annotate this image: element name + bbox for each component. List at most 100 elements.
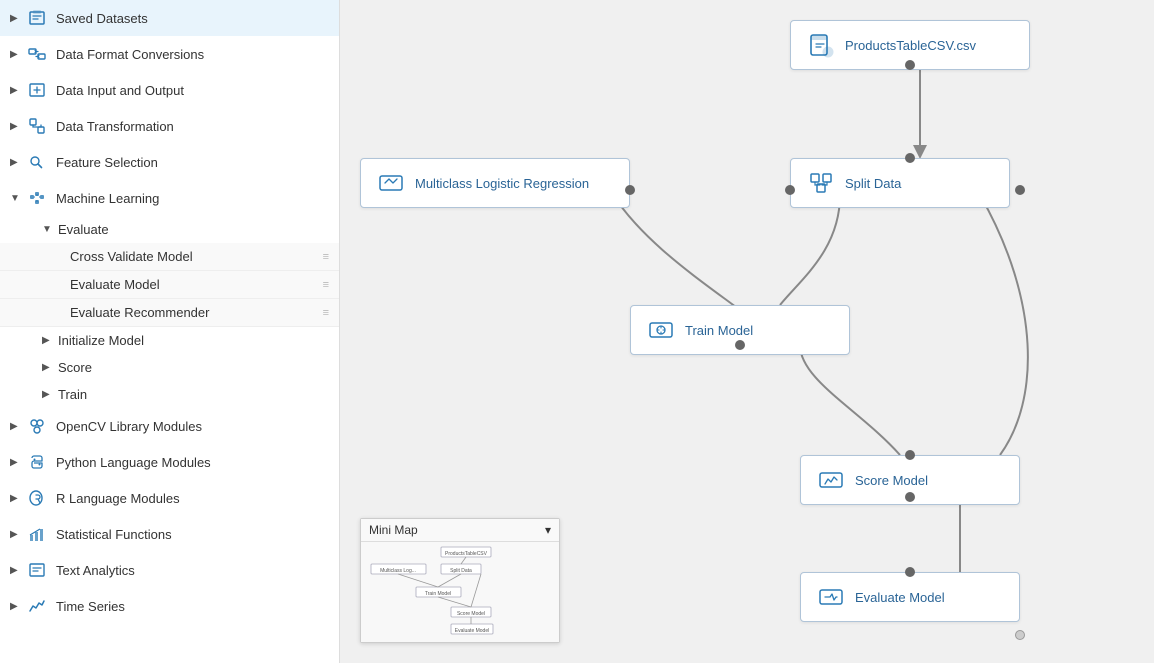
feature-selection-label: Feature Selection (56, 155, 329, 170)
data-transformation-icon (26, 115, 48, 137)
sidebar-item-data-input-output[interactable]: ▶ Data Input and Output (0, 72, 339, 108)
drag-handle-evaluate-model: ≡ (323, 279, 329, 291)
sidebar-item-cross-validate-model[interactable]: Cross Validate Model ≡ (0, 243, 339, 271)
expand-arrow-ml: ▼ (10, 193, 24, 204)
sidebar-item-r-language[interactable]: ▶ R Language Modules (0, 480, 339, 516)
node-label-multiclass-lr: Multiclass Logistic Regression (415, 176, 589, 191)
data-format-conversions-icon (26, 43, 48, 65)
cross-validate-model-label: Cross Validate Model (70, 249, 193, 264)
svg-text:Evaluate Model: Evaluate Model (455, 628, 489, 634)
dot-evaluate-bottom-right (1015, 630, 1025, 640)
node-icon-multiclass-lr (377, 169, 405, 197)
expand-arrow-init: ▶ (42, 335, 56, 346)
sidebar-item-saved-datasets[interactable]: ▶ Saved Datasets (0, 0, 339, 36)
sidebar-item-score[interactable]: ▶ Score (0, 354, 339, 381)
dot-split-data-top (905, 153, 915, 163)
data-input-output-label: Data Input and Output (56, 83, 329, 98)
sidebar-item-data-format-conversions[interactable]: ▶ Data Format Conversions (0, 36, 339, 72)
node-icon-products-csv (807, 31, 835, 59)
drag-handle-evaluate-recommender: ≡ (323, 307, 329, 319)
dot-score-top (905, 450, 915, 460)
sidebar-item-statistical-functions[interactable]: ▶ Statistical Functions (0, 516, 339, 552)
minimap-chevron[interactable]: ▾ (545, 523, 551, 537)
sidebar-item-machine-learning[interactable]: ▼ Machine Learning (0, 180, 339, 216)
saved-datasets-label: Saved Datasets (56, 11, 329, 26)
expand-arrow-stats: ▶ (10, 529, 24, 540)
r-language-icon (26, 487, 48, 509)
time-series-label: Time Series (56, 599, 329, 614)
svg-text:Train Model: Train Model (425, 591, 451, 597)
sidebar-item-text-analytics[interactable]: ▶ Text Analytics (0, 552, 339, 588)
svg-text:ProductsTableCSV: ProductsTableCSV (445, 551, 488, 557)
expand-arrow: ▶ (10, 13, 24, 24)
score-label: Score (58, 360, 92, 375)
drag-handle-cross-validate: ≡ (323, 251, 329, 263)
machine-learning-label: Machine Learning (56, 191, 329, 206)
sidebar-item-data-transformation[interactable]: ▶ Data Transformation (0, 108, 339, 144)
expand-arrow-train: ▶ (42, 389, 56, 400)
expand-arrow-r: ▶ (10, 493, 24, 504)
text-analytics-icon (26, 559, 48, 581)
minimap-svg: ProductsTableCSV Split Data Multiclass L… (361, 542, 559, 642)
python-label: Python Language Modules (56, 455, 329, 470)
svg-text:Score Model: Score Model (457, 611, 485, 617)
node-split-data[interactable]: Split Data (790, 158, 1010, 208)
sidebar-item-evaluate-recommender[interactable]: Evaluate Recommender ≡ (0, 299, 339, 327)
expand-arrow-dio: ▶ (10, 85, 24, 96)
expand-arrow-fs: ▶ (10, 157, 24, 168)
data-format-conversions-label: Data Format Conversions (56, 47, 329, 62)
data-input-output-icon (26, 79, 48, 101)
dot-evaluate-top (905, 567, 915, 577)
minimap: Mini Map ▾ ProductsTableCSV Split Data M… (360, 518, 560, 643)
dot-score-bottom (905, 492, 915, 502)
train-label: Train (58, 387, 87, 402)
statistical-functions-icon (26, 523, 48, 545)
dot-products-csv-bottom (905, 60, 915, 70)
sidebar-item-python[interactable]: ▶ Python Language Modules (0, 444, 339, 480)
svg-text:Split Data: Split Data (450, 568, 472, 574)
node-evaluate-model[interactable]: Evaluate Model (800, 572, 1020, 622)
data-transformation-label: Data Transformation (56, 119, 329, 134)
node-icon-split-data (807, 169, 835, 197)
feature-selection-icon (26, 151, 48, 173)
sidebar-item-train[interactable]: ▶ Train (0, 381, 339, 408)
machine-learning-icon (26, 187, 48, 209)
canvas-area: ProductsTableCSV.csv Split Data Multicla… (340, 0, 1154, 663)
svg-text:Multiclass Log...: Multiclass Log... (380, 568, 416, 574)
r-language-label: R Language Modules (56, 491, 329, 506)
evaluate-model-label: Evaluate Model (70, 277, 160, 292)
initialize-model-label: Initialize Model (58, 333, 144, 348)
dot-split-data-right (1015, 185, 1025, 195)
sidebar-item-evaluate-model[interactable]: Evaluate Model ≡ (0, 271, 339, 299)
minimap-header[interactable]: Mini Map ▾ (361, 519, 559, 542)
node-label-products-csv: ProductsTableCSV.csv (845, 38, 976, 53)
statistical-functions-label: Statistical Functions (56, 527, 329, 542)
dot-mlr-right (625, 185, 635, 195)
sidebar: ▶ Saved Datasets ▶ Data Format Conversio… (0, 0, 340, 663)
node-label-evaluate-model: Evaluate Model (855, 590, 945, 605)
expand-arrow-dfc: ▶ (10, 49, 24, 60)
node-icon-evaluate-model (817, 583, 845, 611)
python-icon (26, 451, 48, 473)
sidebar-item-time-series[interactable]: ▶ Time Series (0, 588, 339, 624)
evaluate-label: Evaluate (58, 222, 109, 237)
expand-arrow-evaluate: ▼ (42, 224, 56, 235)
expand-arrow-dt: ▶ (10, 121, 24, 132)
sidebar-item-opencv[interactable]: ▶ OpenCV Library Modules (0, 408, 339, 444)
time-series-icon (26, 595, 48, 617)
minimap-title: Mini Map (369, 523, 418, 537)
expand-arrow-text: ▶ (10, 565, 24, 576)
evaluate-recommender-label: Evaluate Recommender (70, 305, 209, 320)
dot-split-data-left (785, 185, 795, 195)
text-analytics-label: Text Analytics (56, 563, 329, 578)
minimap-body: ProductsTableCSV Split Data Multiclass L… (361, 542, 559, 642)
sidebar-item-evaluate[interactable]: ▼ Evaluate (0, 216, 339, 243)
node-multiclass-lr[interactable]: Multiclass Logistic Regression (360, 158, 630, 208)
sidebar-item-initialize-model[interactable]: ▶ Initialize Model (0, 327, 339, 354)
sidebar-item-feature-selection[interactable]: ▶ Feature Selection (0, 144, 339, 180)
expand-arrow-score: ▶ (42, 362, 56, 373)
dot-train-bottom (735, 340, 745, 350)
opencv-label: OpenCV Library Modules (56, 419, 329, 434)
node-icon-train-model (647, 316, 675, 344)
saved-datasets-icon (26, 7, 48, 29)
